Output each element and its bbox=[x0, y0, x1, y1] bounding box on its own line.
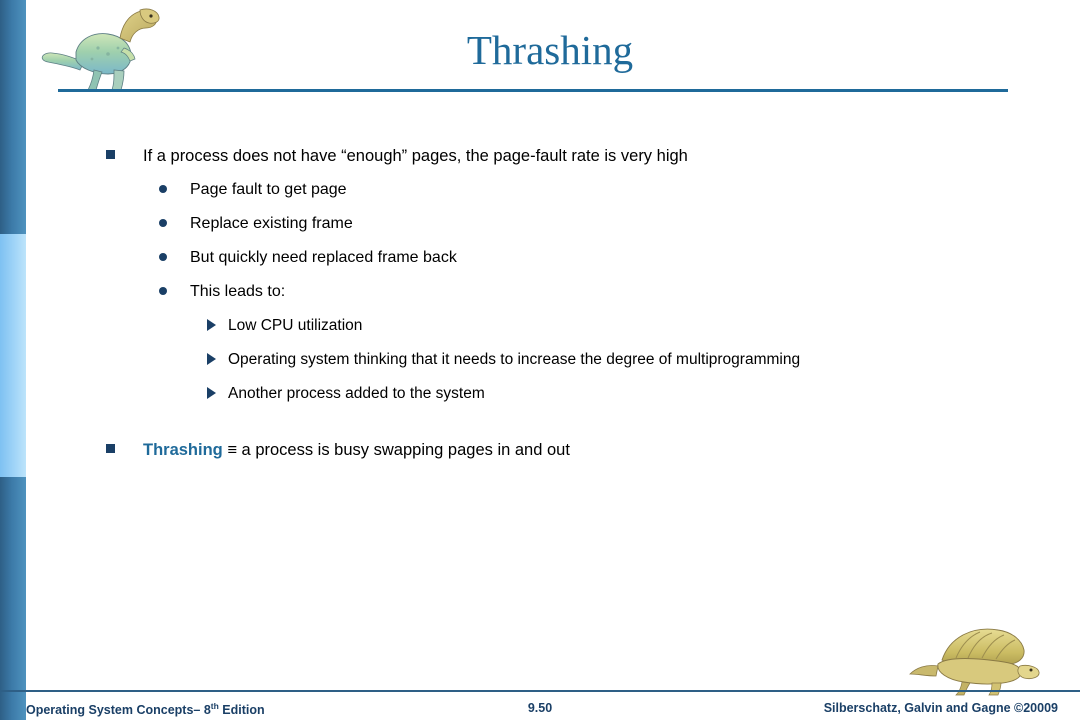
bullet-level1: If a process does not have “enough” page… bbox=[0, 146, 1080, 166]
slide-title: Thrashing bbox=[466, 27, 634, 73]
bullet-level3: Low CPU utilization bbox=[0, 316, 1080, 336]
bullet-level2: But quickly need replaced frame back bbox=[0, 248, 1080, 268]
bullet-text: Another process added to the system bbox=[228, 385, 485, 402]
disc-bullet-icon bbox=[159, 253, 167, 261]
bullet-text: Replace existing frame bbox=[190, 215, 353, 232]
disc-bullet-icon bbox=[159, 185, 167, 193]
square-bullet-icon bbox=[106, 150, 115, 159]
slide: Thrashing If a process does not have “en… bbox=[0, 0, 1080, 720]
disc-bullet-icon bbox=[159, 219, 167, 227]
left-accent-bar-bottom bbox=[0, 477, 26, 720]
bullet-text: This leads to: bbox=[190, 283, 286, 300]
footer-copyright: Silberschatz, Galvin and Gagne ©20009 bbox=[823, 701, 1058, 715]
thrashing-definition-text: ≡ a process is busy swapping pages in an… bbox=[222, 441, 570, 459]
disc-bullet-icon bbox=[159, 287, 167, 295]
bullet-level2: Page fault to get page bbox=[0, 180, 1080, 200]
bullet-level2: Replace existing frame bbox=[0, 214, 1080, 234]
bullet-text: If a process does not have “enough” page… bbox=[143, 147, 688, 165]
bullet-text: Page fault to get page bbox=[190, 181, 347, 198]
bullet-level2: This leads to: bbox=[0, 282, 1080, 302]
bullet-level3: Another process added to the system bbox=[0, 384, 1080, 404]
bullet-text: Low CPU utilization bbox=[228, 317, 363, 334]
thrashing-definition: Thrashing ≡ a process is busy swapping p… bbox=[0, 440, 1080, 460]
bullet-text: But quickly need replaced frame back bbox=[190, 249, 457, 266]
thrashing-term: Thrashing bbox=[143, 441, 223, 459]
footer-divider bbox=[0, 690, 1080, 692]
square-bullet-icon bbox=[106, 444, 115, 453]
slide-body: If a process does not have “enough” page… bbox=[0, 146, 1080, 460]
bullet-level3: Operating system thinking that it needs … bbox=[0, 350, 1080, 370]
bullet-text: Operating system thinking that it needs … bbox=[228, 351, 801, 368]
title-underline-rule bbox=[58, 89, 1008, 92]
dinosaur-illustration bbox=[908, 614, 1040, 696]
